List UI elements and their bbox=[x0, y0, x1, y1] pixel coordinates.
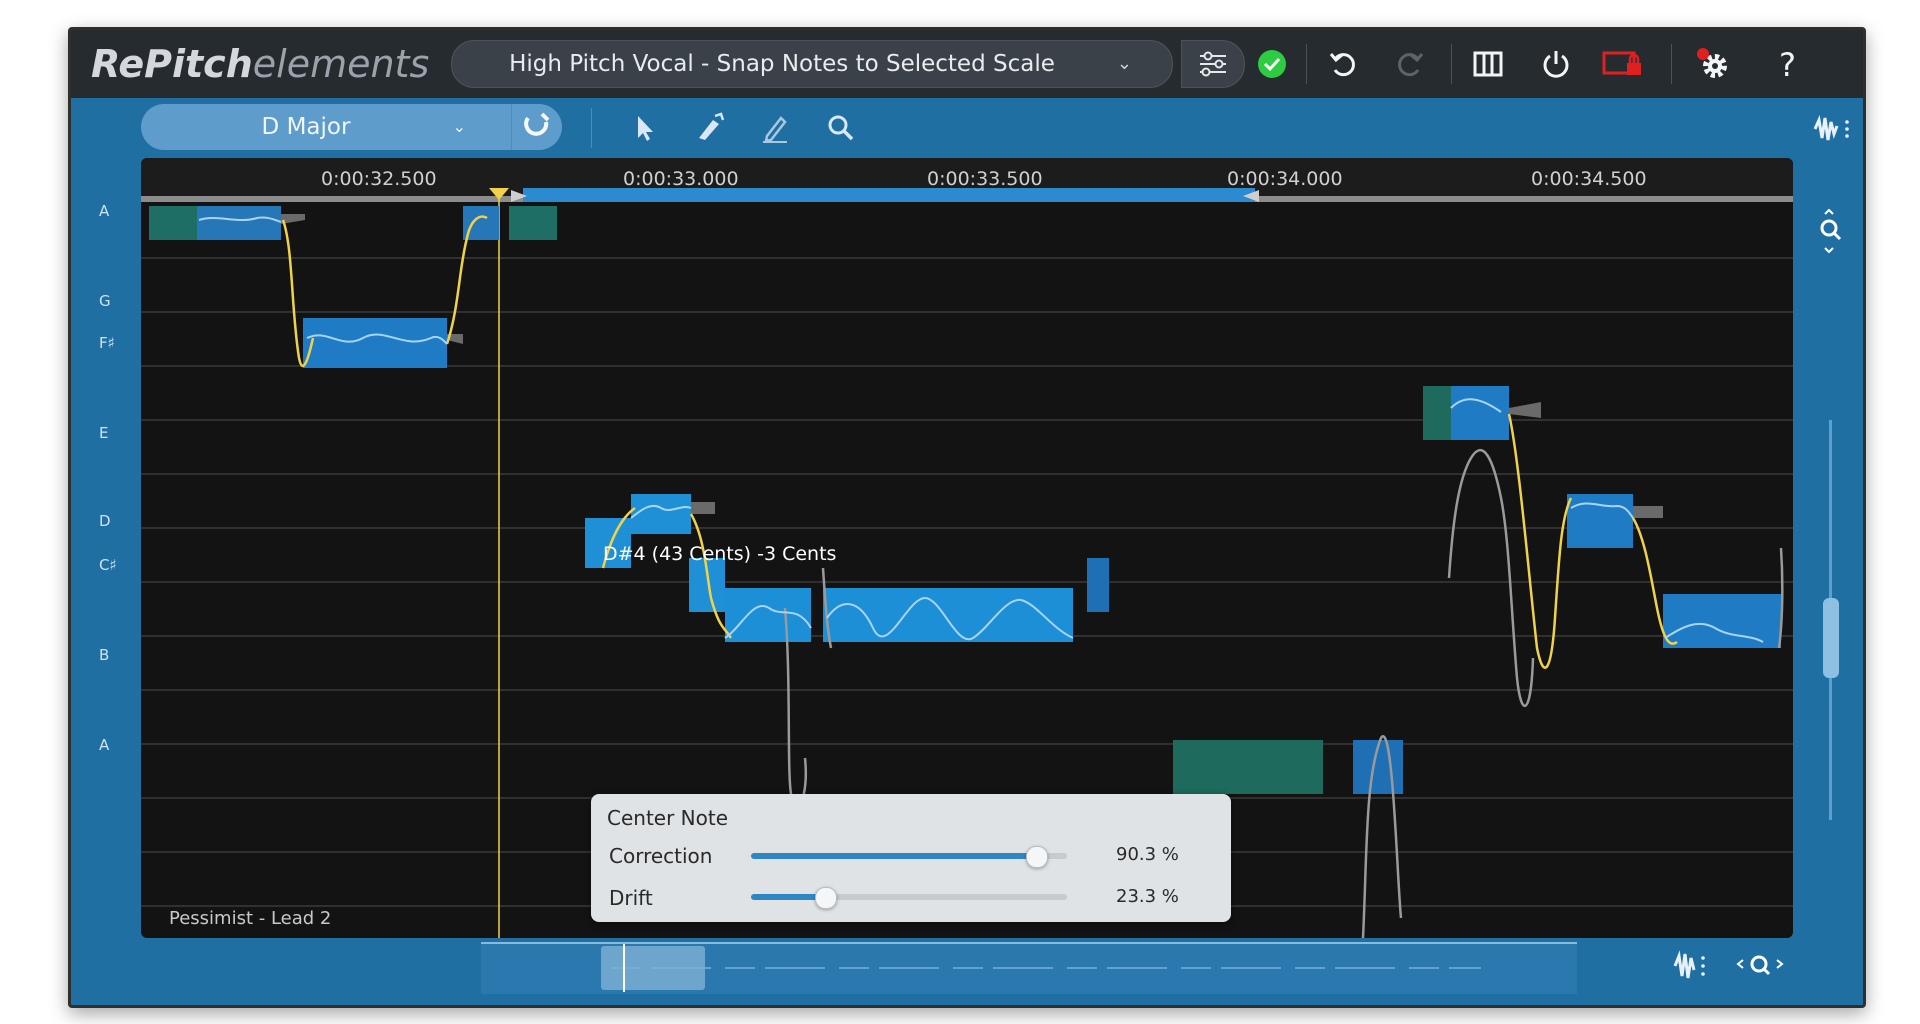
drift-value: 23.3 % bbox=[1116, 886, 1179, 907]
note-block[interactable] bbox=[303, 318, 447, 368]
note-block[interactable] bbox=[1087, 558, 1109, 612]
prefs-gear-icon[interactable] bbox=[1693, 44, 1733, 84]
note-blocks[interactable] bbox=[149, 206, 1781, 794]
correction-knob[interactable] bbox=[1026, 846, 1049, 868]
edit-toolbar: D Major ⌄ bbox=[71, 98, 1863, 158]
settings-sliders-icon bbox=[1200, 51, 1226, 77]
correction-slider[interactable] bbox=[751, 846, 1067, 868]
note-label: B bbox=[99, 646, 110, 664]
overview-playhead bbox=[623, 944, 625, 992]
scale-selector[interactable]: D Major ⌄ bbox=[141, 104, 561, 150]
vertical-zoom-icon[interactable] bbox=[1815, 206, 1847, 256]
chevron-down-icon: ⌄ bbox=[1116, 53, 1132, 74]
preset-selector[interactable]: High Pitch Vocal - Snap Notes to Selecte… bbox=[451, 40, 1173, 88]
note-label: A bbox=[99, 202, 110, 220]
note-block[interactable] bbox=[1451, 386, 1509, 440]
vertical-controls bbox=[1801, 158, 1861, 938]
waveform-toggle-icon[interactable] bbox=[1671, 948, 1711, 984]
pitch-tool-icon[interactable] bbox=[691, 110, 727, 146]
toolbar-separator bbox=[591, 108, 592, 148]
pointer-tool-icon[interactable] bbox=[626, 110, 662, 146]
title-bar: RePitchelements High Pitch Vocal - Snap … bbox=[71, 30, 1863, 98]
note-block[interactable] bbox=[509, 206, 557, 240]
plugin-window: RePitchelements High Pitch Vocal - Snap … bbox=[68, 27, 1866, 1008]
horizontal-zoom-icon[interactable] bbox=[1733, 950, 1789, 982]
scale-snap-button[interactable] bbox=[511, 104, 562, 150]
toolbar-separator bbox=[1671, 44, 1672, 84]
drift-label: Drift bbox=[609, 886, 653, 910]
logo-light: elements bbox=[252, 42, 430, 86]
correction-value: 90.3 % bbox=[1116, 844, 1179, 865]
note-label: D bbox=[99, 512, 111, 530]
drift-knob[interactable] bbox=[814, 887, 837, 909]
overview-strip[interactable] bbox=[481, 942, 1577, 994]
note-block[interactable] bbox=[197, 206, 281, 240]
app-logo: RePitchelements bbox=[91, 42, 429, 86]
note-block[interactable] bbox=[1173, 740, 1323, 794]
overview-viewport[interactable] bbox=[601, 946, 705, 990]
correction-panel: Center Note Correction 90.3 % Drift 23.3… bbox=[591, 794, 1231, 922]
undo-icon[interactable] bbox=[1326, 46, 1362, 82]
pitch-tooltip: D#4 (43 Cents) -3 Cents bbox=[603, 543, 837, 565]
note-block[interactable] bbox=[631, 494, 691, 534]
note-label: C♯ bbox=[99, 556, 117, 574]
note-block[interactable] bbox=[149, 206, 197, 240]
drift-fill bbox=[751, 894, 825, 900]
snap-magnet-icon bbox=[524, 112, 550, 136]
note-label: G bbox=[99, 292, 111, 310]
power-icon[interactable] bbox=[1539, 47, 1573, 81]
pen-tool-icon[interactable] bbox=[757, 110, 793, 146]
toolbar-separator bbox=[1306, 44, 1307, 84]
preset-settings-button[interactable] bbox=[1181, 40, 1245, 88]
selection-range[interactable] bbox=[523, 188, 1255, 202]
note-block[interactable] bbox=[1423, 386, 1451, 440]
svg-text:?: ? bbox=[1779, 46, 1796, 84]
correction-label: Correction bbox=[609, 844, 713, 868]
vertical-scroll-thumb[interactable] bbox=[1823, 598, 1839, 678]
preset-name: High Pitch Vocal - Snap Notes to Selecte… bbox=[509, 51, 1055, 77]
record-lock-icon[interactable] bbox=[1601, 47, 1645, 81]
note-label: A bbox=[99, 736, 110, 754]
note-block[interactable] bbox=[1567, 494, 1633, 548]
redo-icon[interactable] bbox=[1391, 46, 1427, 82]
zoom-tool-icon[interactable] bbox=[823, 110, 859, 146]
status-check-icon[interactable] bbox=[1256, 48, 1288, 80]
drift-slider[interactable] bbox=[751, 887, 1067, 909]
columns-icon[interactable] bbox=[1471, 48, 1505, 80]
note-label: F♯ bbox=[99, 334, 115, 352]
waveform-toggle-icon[interactable] bbox=[1811, 112, 1855, 146]
toolbar-separator bbox=[1451, 44, 1452, 84]
help-icon[interactable]: ? bbox=[1771, 44, 1807, 84]
note-block[interactable] bbox=[823, 588, 1073, 642]
correction-fill bbox=[751, 853, 1037, 859]
logo-bold: RePitch bbox=[91, 42, 253, 86]
panel-title: Center Note bbox=[607, 806, 729, 830]
chevron-down-icon: ⌄ bbox=[452, 117, 466, 136]
scale-name: D Major bbox=[261, 114, 351, 140]
note-label: E bbox=[99, 424, 109, 442]
track-name: Pessimist - Lead 2 bbox=[169, 908, 332, 929]
note-block[interactable] bbox=[1663, 594, 1781, 648]
